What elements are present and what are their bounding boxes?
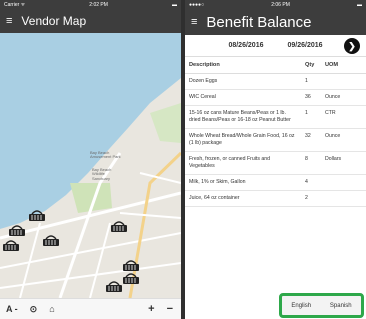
font-size-button[interactable]: A - <box>6 304 18 314</box>
table-row: Dozen Eggs 1 <box>185 73 366 91</box>
cell-description: WIC Cereal <box>185 89 301 107</box>
table-row: WIC Cereal 36 Ounce <box>185 89 366 107</box>
next-period-button[interactable]: ❯ <box>344 38 360 54</box>
cell-qty: 36 <box>301 89 321 107</box>
column-header-qty: Qty <box>301 57 321 74</box>
column-header-description: Description <box>185 57 301 74</box>
cell-uom <box>321 190 366 208</box>
battery-icon: ▬ <box>172 1 177 8</box>
cell-qty: 32 <box>301 128 321 153</box>
basket-filter-icon[interactable]: ⌂ <box>49 304 54 314</box>
column-header-uom: UOM <box>321 57 366 74</box>
cell-uom: Ounce <box>321 128 366 153</box>
cell-qty: 2 <box>301 190 321 208</box>
vendor-basket-icon[interactable] <box>110 219 128 233</box>
page-title: Benefit Balance <box>206 13 312 31</box>
hamburger-menu-icon[interactable]: ≡ <box>191 16 197 28</box>
page-title: Vendor Map <box>21 14 87 28</box>
cell-description: Whole Wheat Bread/Whole Grain Food, 16 o… <box>185 128 301 153</box>
table-row: Milk, 1% or Skim, Gallon 4 <box>185 174 366 192</box>
table-row: Juice, 64 oz container 2 <box>185 190 366 208</box>
navbar: ≡ Benefit Balance <box>185 9 366 35</box>
status-bar: ●●●●○ 2:06 PM ▬ <box>185 0 366 9</box>
benefit-balance-screen: ●●●●○ 2:06 PM ▬ ≡ Benefit Balance 08/26/… <box>185 0 366 319</box>
navbar: ≡ Vendor Map <box>0 9 181 33</box>
date-from: 08/26/2016 <box>228 42 264 49</box>
zoom-in-button[interactable]: + <box>148 303 154 315</box>
cell-description: Fresh, frozen, or canned Fruits and Vege… <box>185 151 301 176</box>
map-label-wildlife: Bay Beach Wildlife Sanctuary <box>92 167 112 181</box>
locate-icon[interactable]: ⊙ <box>30 304 38 315</box>
cell-uom <box>321 174 366 192</box>
cell-description: Dozen Eggs <box>185 73 301 91</box>
date-to: 09/26/2016 <box>287 42 323 49</box>
vendor-basket-icon[interactable] <box>28 208 46 222</box>
cell-uom: Dollars <box>321 151 366 176</box>
vendor-map-screen: Carrier ᯤ 2:02 PM ▬ ≡ Vendor Map Bay Bea… <box>0 0 181 319</box>
cell-qty: 1 <box>301 105 321 130</box>
language-spanish-button[interactable]: Spanish <box>330 303 352 309</box>
date-range-bar: 08/26/2016 09/26/2016 ❯ <box>185 35 366 57</box>
cell-description: Juice, 64 oz container <box>185 190 301 208</box>
map-view[interactable]: Bay Beach Amusement Park Bay Beach Wildl… <box>0 33 181 298</box>
language-switcher: English Spanish <box>279 293 364 318</box>
table-row: Whole Wheat Bread/Whole Grain Food, 16 o… <box>185 128 366 153</box>
battery-icon: ▬ <box>357 1 362 8</box>
vendor-basket-icon[interactable] <box>122 258 140 272</box>
language-english-button[interactable]: English <box>291 303 311 309</box>
cell-qty: 4 <box>301 174 321 192</box>
cell-description: 15-16 oz cans Mature Beans/Peas or 1 lb.… <box>185 105 301 130</box>
cell-uom: Ounce <box>321 89 366 107</box>
map-toolbar: A - ⊙ ⌂ + − <box>0 298 181 319</box>
vendor-basket-icon[interactable] <box>8 223 26 237</box>
map-label-amusement: Bay Beach Amusement Park <box>90 150 121 160</box>
cell-qty: 1 <box>301 73 321 91</box>
cell-description: Milk, 1% or Skim, Gallon <box>185 174 301 192</box>
table-row: Fresh, frozen, or canned Fruits and Vege… <box>185 151 366 176</box>
status-time: 2:06 PM <box>271 1 290 8</box>
table-row: 15-16 oz cans Mature Beans/Peas or 1 lb.… <box>185 105 366 130</box>
benefit-table: Description Qty UOM Dozen Eggs 1 WIC Cere… <box>185 57 366 208</box>
zoom-out-button[interactable]: − <box>167 303 173 315</box>
cell-uom: CTR <box>321 105 366 130</box>
hamburger-menu-icon[interactable]: ≡ <box>6 15 12 27</box>
cell-qty: 8 <box>301 151 321 176</box>
map-canvas <box>0 33 181 298</box>
signal-icon: ●●●●○ <box>189 1 205 8</box>
cell-uom <box>321 73 366 91</box>
carrier-label: Carrier ᯤ <box>4 1 26 8</box>
vendor-basket-icon[interactable] <box>105 279 123 293</box>
vendor-basket-icon[interactable] <box>42 233 60 247</box>
vendor-basket-icon[interactable] <box>2 238 20 252</box>
status-bar: Carrier ᯤ 2:02 PM ▬ <box>0 0 181 9</box>
vendor-basket-icon[interactable] <box>122 271 140 285</box>
table-header-row: Description Qty UOM <box>185 57 366 74</box>
status-time: 2:02 PM <box>89 1 108 8</box>
